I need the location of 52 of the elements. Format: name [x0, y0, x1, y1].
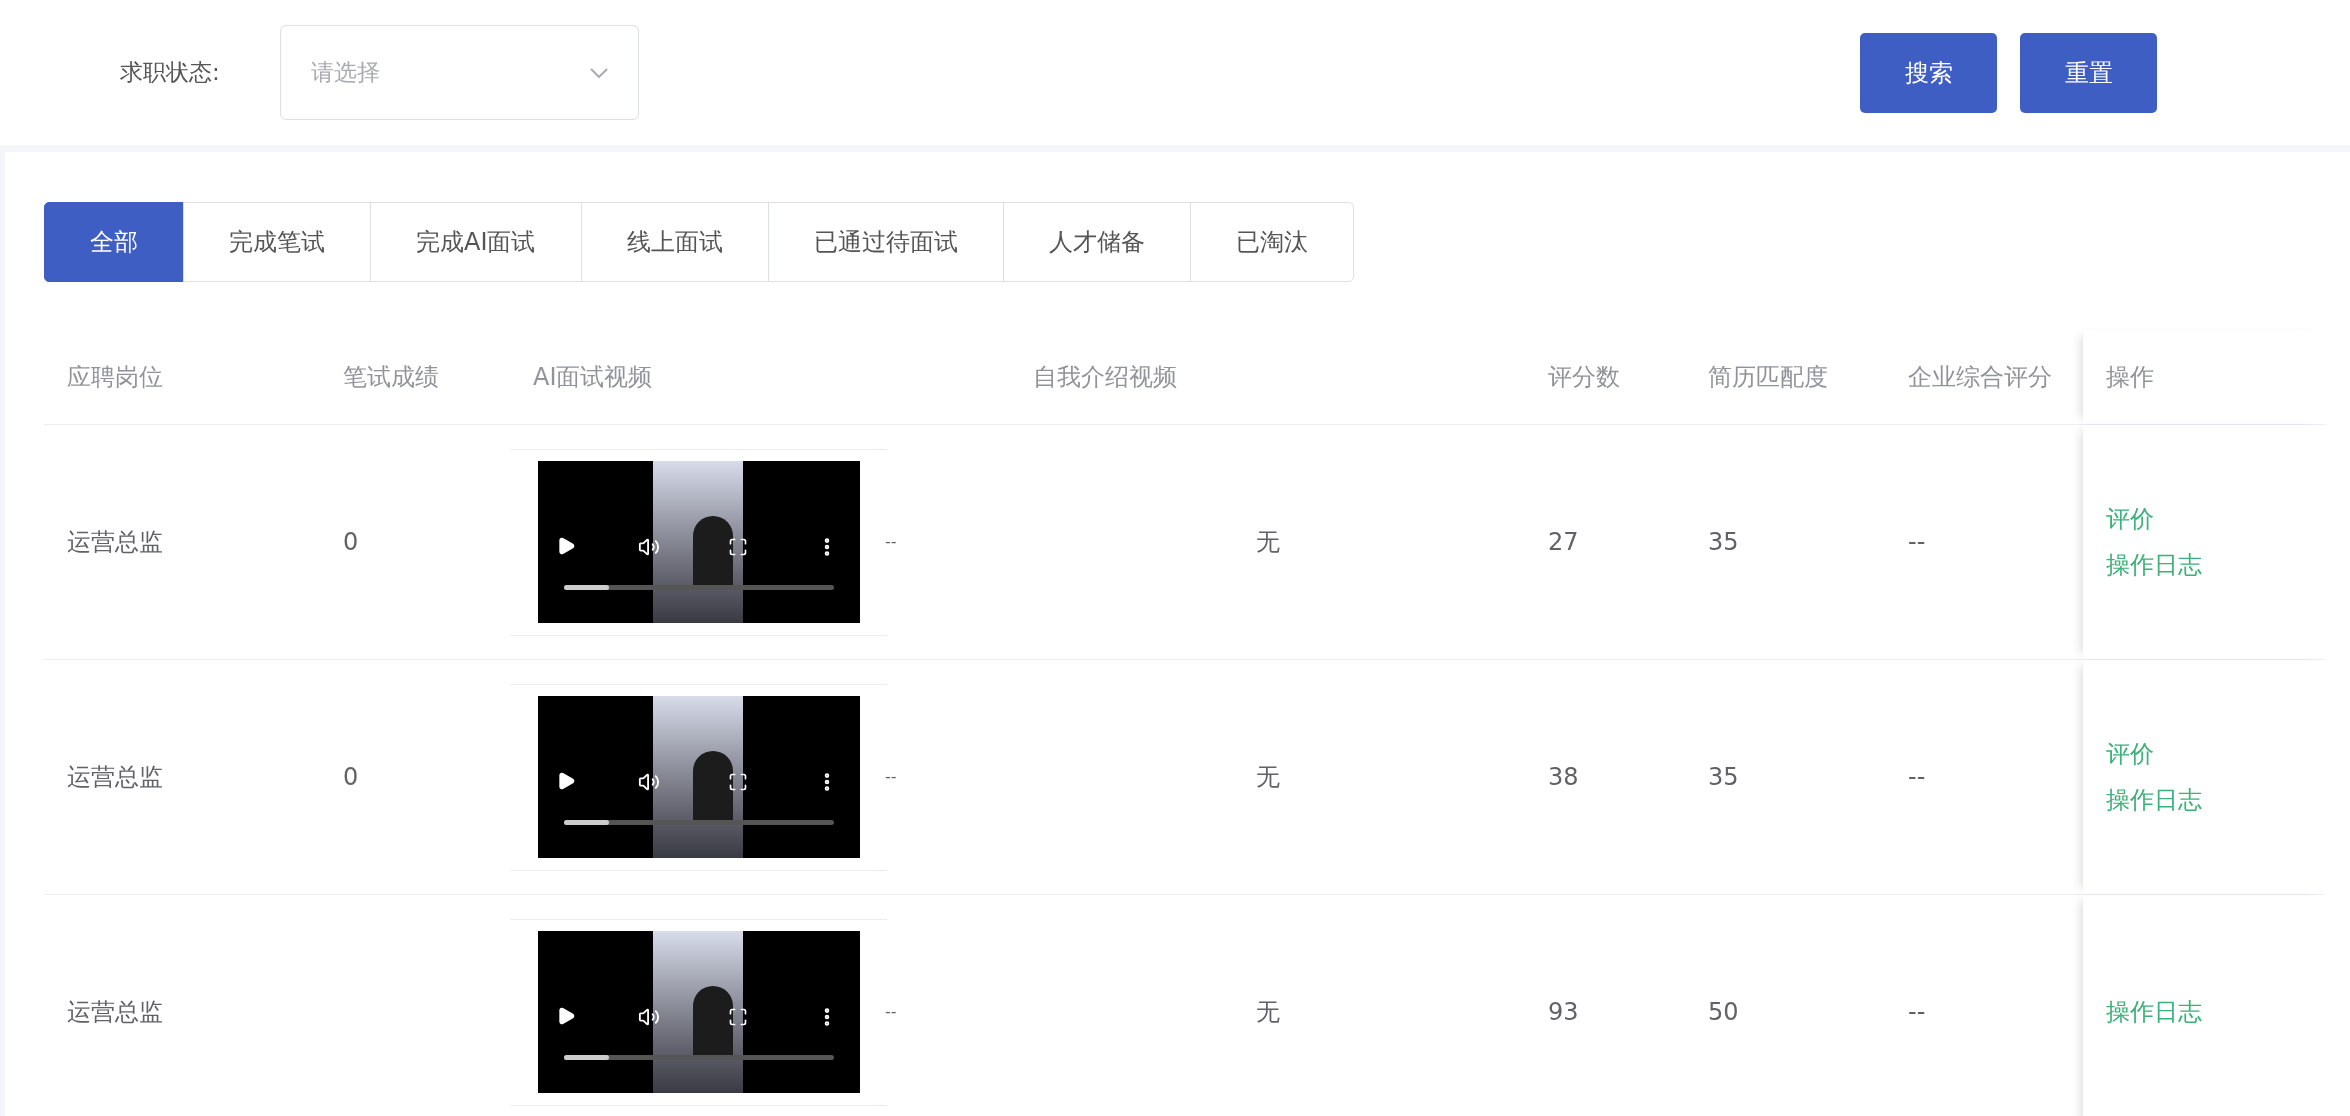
column-header: 自我介绍视频	[1032, 363, 1177, 391]
table-cell-text: 50	[1707, 998, 1739, 1026]
video-player[interactable]	[537, 461, 860, 623]
cell-text: --	[885, 1001, 897, 1023]
table-cell-text: --	[1907, 763, 1926, 791]
table-cell-text: 运营总监	[66, 763, 163, 791]
table-cell: 无	[1255, 763, 1280, 791]
column-header: AI面试视频	[532, 363, 653, 391]
progress-track[interactable]	[563, 1055, 834, 1060]
column-header: 评分数	[1547, 363, 1620, 391]
table-cell-text: --	[1907, 528, 1926, 556]
filter-tab[interactable]: 完成笔试	[183, 202, 371, 282]
column-header: 简历匹配度	[1707, 363, 1828, 391]
table-cell-text: --	[1907, 998, 1926, 1026]
cell-text: --	[885, 531, 897, 553]
volume-icon[interactable]	[637, 536, 660, 558]
video-player[interactable]	[537, 696, 860, 858]
table-cell-text: 运营总监	[66, 998, 163, 1026]
action-button[interactable]: 搜索	[1860, 32, 1997, 113]
table-cell-text: 35	[1707, 528, 1739, 556]
fullscreen-icon[interactable]	[727, 537, 748, 557]
table-cell-text: 93	[1547, 998, 1579, 1026]
table-cell-text: 运营总监	[66, 528, 163, 556]
filter-label: 求职状态:	[120, 58, 221, 88]
column-header: 操作	[2105, 362, 2154, 393]
table-cell-text: 0	[342, 528, 359, 556]
filter-tab[interactable]: 已通过待面试	[767, 202, 1004, 282]
table-cell-text: 38	[1547, 763, 1579, 791]
filter-tab[interactable]: 完成AI面试	[370, 202, 582, 282]
column-header: 企业综合评分	[1907, 363, 2052, 391]
column-header: 应聘岗位	[66, 363, 163, 391]
cell-text: --	[885, 766, 897, 788]
volume-icon[interactable]	[637, 1006, 660, 1028]
filter-tab[interactable]: 线上面试	[580, 202, 769, 282]
chevron-down-icon	[590, 67, 608, 78]
video-player[interactable]	[537, 931, 860, 1093]
progress-track[interactable]	[563, 820, 834, 825]
filter-tab[interactable]: 人才储备	[1002, 202, 1191, 282]
fullscreen-icon[interactable]	[727, 772, 748, 792]
volume-icon[interactable]	[637, 771, 660, 793]
table-cell: 无	[1255, 998, 1280, 1026]
progress-track[interactable]	[563, 585, 834, 590]
fullscreen-icon[interactable]	[727, 1007, 748, 1027]
filter-tab[interactable]: 已淘汰	[1189, 202, 1354, 282]
table-cell-text: 35	[1707, 763, 1739, 791]
table-cell: 无	[1255, 528, 1280, 556]
filter-tab[interactable]: 全部	[44, 202, 184, 282]
action-button[interactable]: 重置	[2020, 32, 2157, 113]
table-cell-text: 0	[342, 763, 359, 791]
column-header: 笔试成绩	[342, 363, 439, 391]
select-placeholder: 请选择	[311, 58, 380, 88]
table-cell-text: 27	[1547, 528, 1579, 556]
